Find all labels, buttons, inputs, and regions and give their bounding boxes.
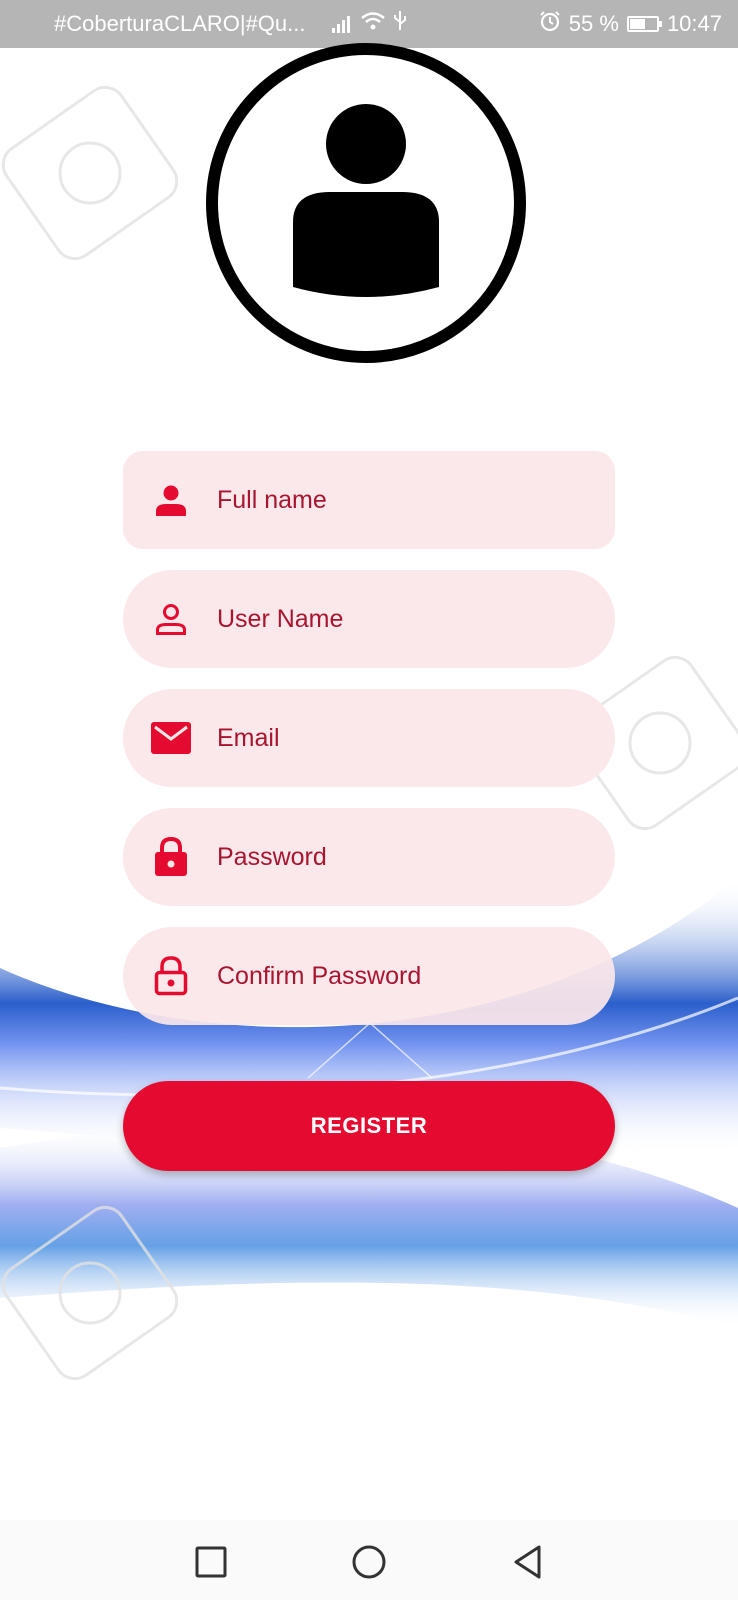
- carrier-text: #CoberturaCLARO|#Qu...: [54, 11, 306, 36]
- confirm-password-field[interactable]: [123, 927, 615, 1025]
- battery-icon: [626, 16, 662, 32]
- usb-icon: [392, 10, 408, 38]
- full-name-input[interactable]: [215, 484, 599, 516]
- home-circle-icon[interactable]: [349, 1542, 389, 1582]
- user-name-field[interactable]: [123, 570, 615, 668]
- status-bar: #CoberturaCLARO|#Qu... 55 % 10:47: [0, 0, 738, 48]
- confirm-password-input[interactable]: [215, 960, 599, 992]
- clock-time: 10:47: [666, 11, 722, 36]
- wifi-icon: [360, 11, 386, 37]
- user-name-input[interactable]: [215, 603, 599, 635]
- email-field[interactable]: [123, 689, 615, 787]
- back-triangle-icon[interactable]: [508, 1542, 548, 1582]
- battery-percent: 55 %: [568, 11, 619, 36]
- lock-icon: [151, 837, 191, 877]
- profile-avatar-icon: [206, 43, 526, 363]
- full-name-field[interactable]: [123, 451, 615, 549]
- signal-icon: [331, 15, 350, 33]
- register-button[interactable]: REGISTER: [123, 1081, 615, 1171]
- lock-outline-icon: [151, 956, 191, 996]
- password-input[interactable]: [215, 841, 599, 873]
- email-input[interactable]: [215, 722, 599, 754]
- alarm-icon: [539, 10, 561, 38]
- person-icon: [151, 480, 191, 520]
- recents-square-icon[interactable]: [191, 1542, 231, 1582]
- person-outline-icon: [151, 599, 191, 639]
- mail-icon: [151, 718, 191, 758]
- password-field[interactable]: [123, 808, 615, 906]
